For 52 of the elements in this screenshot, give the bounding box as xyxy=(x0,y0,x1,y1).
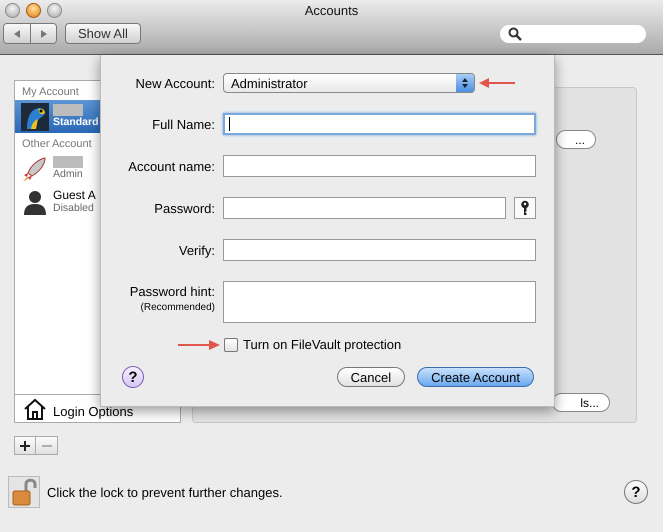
dialog-button[interactable]: Create Account xyxy=(417,367,534,387)
redacted-name xyxy=(53,156,83,168)
zoom-icon[interactable] xyxy=(47,3,62,18)
account-role: Admin xyxy=(53,168,83,181)
account-name: Guest A xyxy=(53,188,96,202)
password-assistant-button[interactable] xyxy=(514,197,536,219)
search-field[interactable] xyxy=(500,24,646,42)
back-button[interactable] xyxy=(4,24,30,43)
checkbox[interactable] xyxy=(224,338,238,352)
section-header: My Account xyxy=(21,85,80,100)
plus-icon xyxy=(20,440,30,450)
field-label: Password: xyxy=(153,200,215,216)
section-header: Other Account xyxy=(21,137,93,152)
annotation-arrow xyxy=(479,78,515,88)
forward-icon xyxy=(38,28,48,38)
annotation-arrow xyxy=(178,340,220,350)
window-title: Accounts xyxy=(304,2,358,18)
key-icon xyxy=(520,200,530,216)
account-role: Disabled xyxy=(53,202,95,214)
checkbox-label: Turn on FileVault protection xyxy=(243,337,402,352)
redacted-name xyxy=(53,104,83,116)
back-icon xyxy=(12,28,22,38)
forward-button[interactable] xyxy=(30,24,56,43)
text-field[interactable] xyxy=(223,239,536,261)
field-label: Password hint: xyxy=(130,284,215,299)
minimize-icon[interactable] xyxy=(26,3,41,18)
house-icon xyxy=(23,397,47,421)
lock-button[interactable] xyxy=(8,476,40,508)
text-field[interactable] xyxy=(223,113,536,135)
close-icon[interactable] xyxy=(5,3,20,18)
panel-button[interactable]: ... xyxy=(556,130,596,149)
password-field[interactable] xyxy=(223,197,506,219)
search-icon xyxy=(508,26,522,40)
help-button[interactable]: ? xyxy=(122,366,144,388)
add-button[interactable] xyxy=(14,436,36,455)
dropdown-arrows-icon xyxy=(456,74,474,92)
text-field[interactable] xyxy=(223,155,536,177)
account-role: Standard xyxy=(53,116,99,129)
field-sublabel: (Recommended) xyxy=(140,302,215,313)
account-type-dropdown[interactable]: Administrator xyxy=(223,73,475,93)
lock-message: Click the lock to prevent further changes. xyxy=(47,484,283,500)
field-label: New Account: xyxy=(134,76,215,90)
dialog-button[interactable]: Cancel xyxy=(336,367,406,387)
field-label: Account name: xyxy=(127,158,215,174)
password-hint-field[interactable] xyxy=(223,281,536,323)
show-all-button[interactable]: Show All xyxy=(65,23,141,44)
parrot-icon xyxy=(21,102,49,130)
minus-icon xyxy=(42,444,52,446)
help-button[interactable]: ? xyxy=(624,480,648,504)
field-label: Verify: xyxy=(178,242,215,258)
panel-button[interactable]: ls... xyxy=(552,393,610,412)
open-padlock-icon xyxy=(11,478,37,506)
